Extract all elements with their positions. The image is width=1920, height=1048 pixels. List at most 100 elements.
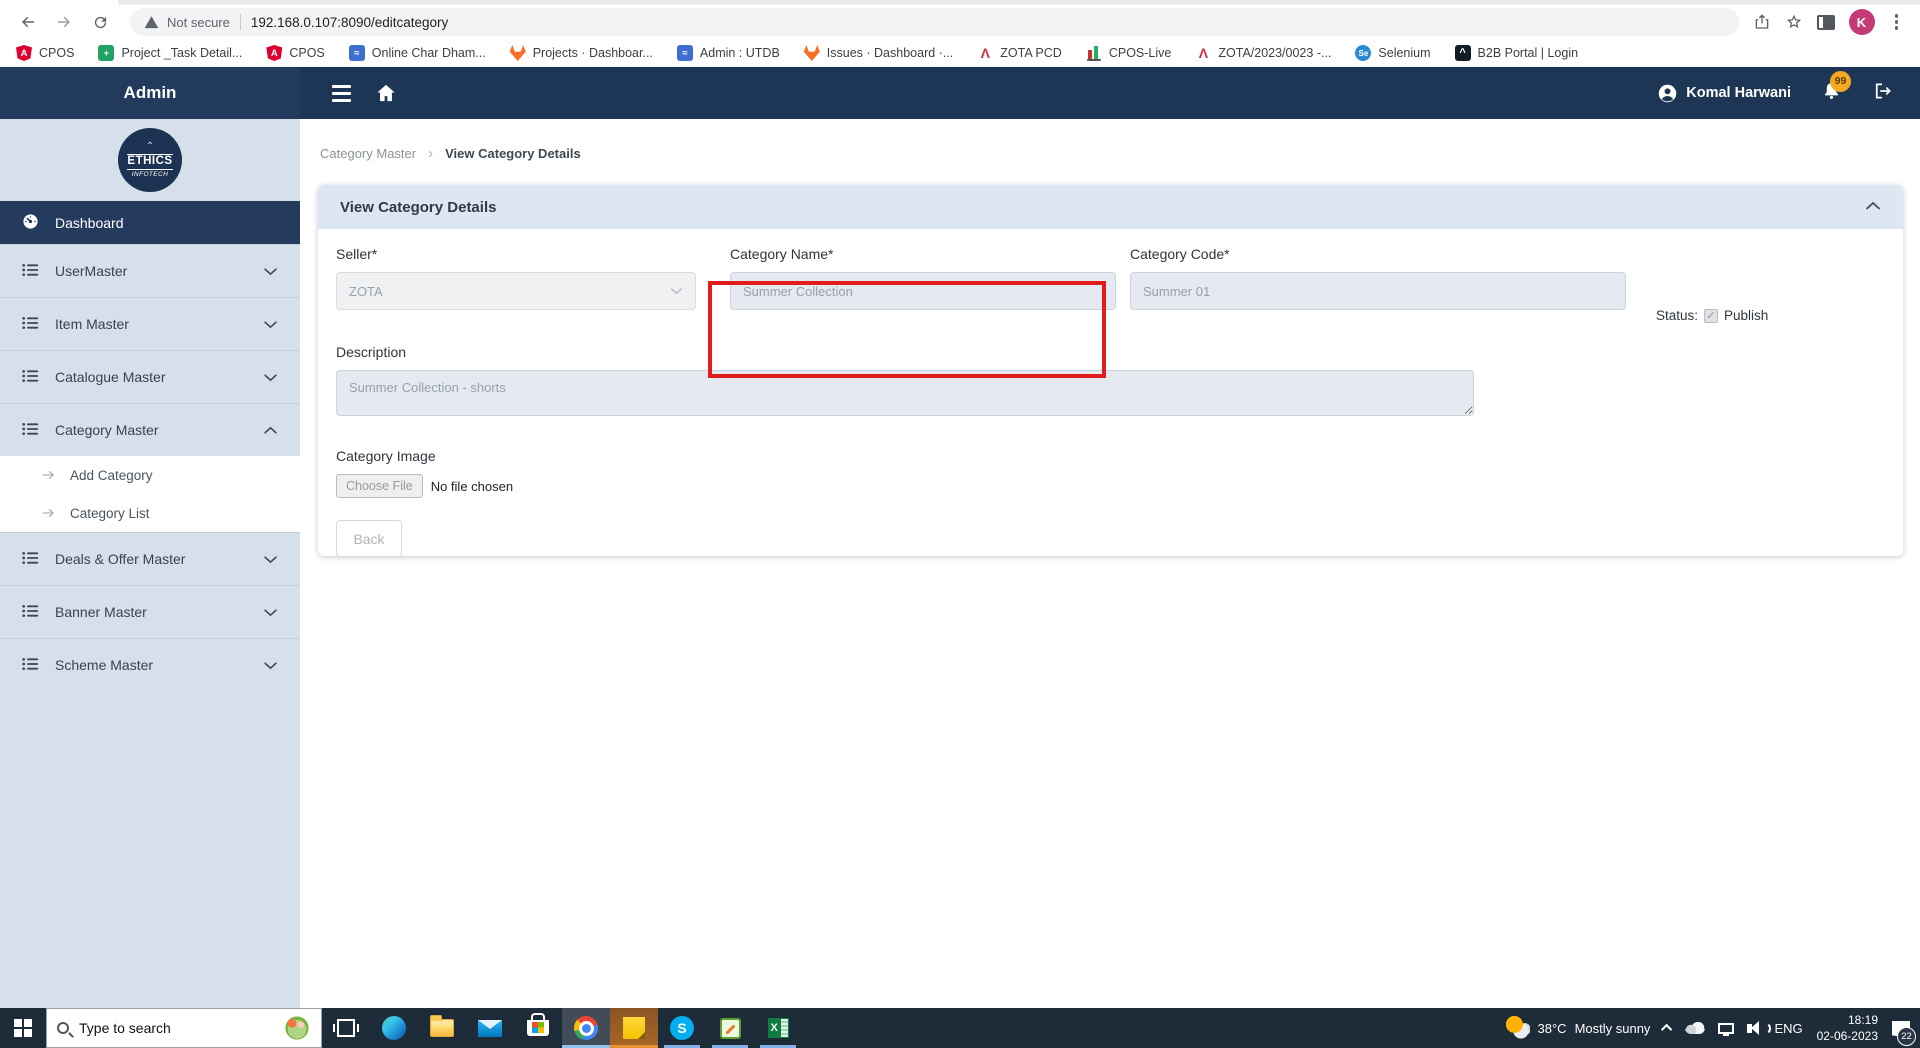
status-label: Status: [1656, 308, 1698, 323]
screen: Not secure 192.168.0.107:8090/editcatego… [0, 0, 1920, 1048]
weather-condition: Mostly sunny [1575, 1021, 1651, 1036]
not-secure-warning-icon [144, 15, 159, 30]
volume-icon[interactable] [1747, 1024, 1752, 1033]
bookmark-star-icon[interactable] [1785, 13, 1803, 31]
browser-profile-avatar[interactable]: K [1849, 9, 1875, 35]
category-code-input[interactable] [1130, 272, 1626, 310]
bookmark-cpos-live[interactable]: CPOS-Live [1086, 45, 1172, 61]
publish-checkbox[interactable]: ✓ [1704, 309, 1718, 323]
breadcrumb-parent[interactable]: Category Master [320, 146, 416, 161]
card-body: Seller* ZOTA Category Name* Category Cod… [318, 229, 1903, 557]
bookmark-cpos[interactable]: A CPOS [16, 45, 74, 61]
taskbar-app[interactable] [466, 1008, 514, 1048]
arrow-right-icon [42, 468, 56, 483]
side-panel-icon[interactable] [1817, 15, 1835, 30]
breadcrumb-current: View Category Details [445, 146, 581, 161]
sidebar-subitem-category-list[interactable]: Category List [0, 494, 300, 532]
notification-count-badge: 99 [1830, 71, 1851, 92]
sidebar-item-scheme-master[interactable]: Scheme Master [0, 638, 300, 691]
weather-icon [1506, 1016, 1530, 1040]
back-icon[interactable] [14, 8, 42, 36]
temperature: 38°C [1538, 1021, 1567, 1036]
action-center-badge: 22 [1897, 1027, 1916, 1046]
taskbar-apps: S X [322, 1008, 802, 1048]
chevron-icon [263, 604, 278, 620]
language-indicator[interactable]: ENG [1774, 1021, 1802, 1036]
card-title: View Category Details [340, 199, 496, 216]
taskbar-search[interactable]: Type to search [46, 1008, 322, 1048]
start-button[interactable] [0, 1008, 46, 1048]
sidebar-subitem-add-category[interactable]: Add Category [0, 456, 300, 494]
taskbar-app[interactable] [370, 1008, 418, 1048]
forward-icon[interactable] [50, 8, 78, 36]
address-bar[interactable]: Not secure 192.168.0.107:8090/editcatego… [130, 8, 1739, 36]
description-textarea[interactable]: Summer Collection - shorts [336, 370, 1474, 416]
choose-file-button[interactable]: Choose File [336, 474, 423, 498]
sidebar-item-usermaster[interactable]: UserMaster [0, 244, 300, 297]
user-menu[interactable]: Komal Harwani [1657, 83, 1791, 104]
bookmarks-bar: A CPOS + Project _Task Detail... A CPOS … [0, 39, 1920, 67]
bookmark-favicon [1086, 45, 1102, 61]
sidebar-item-deals-offer-master[interactable]: Deals & Offer Master [0, 532, 300, 585]
taskbar-app[interactable]: S [658, 1008, 706, 1048]
home-icon[interactable] [375, 83, 397, 103]
bookmark-favicon: ^ [1455, 45, 1471, 61]
show-hidden-icons-chevron[interactable] [1661, 1024, 1672, 1035]
task-view-icon [337, 1019, 355, 1037]
onedrive-icon[interactable] [1685, 1022, 1705, 1034]
sticky-notes-icon [623, 1017, 645, 1039]
taskbar-app[interactable]: X [754, 1008, 802, 1048]
network-icon[interactable] [1718, 1023, 1734, 1034]
bookmark-admin-utdb[interactable]: ≈ Admin : UTDB [677, 45, 780, 61]
reload-icon[interactable] [86, 8, 114, 36]
bookmark-b2b-portal[interactable]: ^ B2B Portal | Login [1455, 45, 1579, 61]
bookmark-cpos-2[interactable]: A CPOS [266, 45, 324, 61]
weather-widget[interactable]: 38°C Mostly sunny [1506, 1016, 1651, 1040]
browser-toolbar: Not secure 192.168.0.107:8090/editcatego… [0, 5, 1920, 39]
security-label: Not secure [167, 15, 230, 30]
browser-menu-icon[interactable] [1889, 14, 1905, 30]
chevron-icon [263, 369, 278, 385]
bookmark-selenium[interactable]: Se Selenium [1355, 45, 1430, 61]
seller-select[interactable]: ZOTA [336, 272, 696, 310]
toolbar-actions: K [1747, 9, 1911, 35]
category-name-input[interactable] [730, 272, 1116, 310]
category-image-label: Category Image [336, 448, 1885, 464]
list-icon [22, 422, 39, 439]
search-highlight-image[interactable] [283, 1015, 311, 1041]
notepad-plus-icon [720, 1018, 741, 1039]
clock[interactable]: 18:19 02-06-2023 [1817, 1012, 1878, 1044]
taskbar-app[interactable] [706, 1008, 754, 1048]
taskbar-app[interactable] [322, 1008, 370, 1048]
company-logo: ⌃ ETHICS INFOTECH [0, 119, 300, 201]
bookmark-projects-dashboard[interactable]: Projects · Dashboar... [510, 45, 653, 61]
sidebar-item-catalogue-master[interactable]: Catalogue Master [0, 350, 300, 403]
sidebar-item-category-master[interactable]: Category Master [0, 403, 300, 456]
bookmark-online-char-dham[interactable]: ≈ Online Char Dham... [349, 45, 486, 61]
hamburger-menu-icon[interactable] [328, 81, 355, 106]
taskbar-app[interactable] [514, 1008, 562, 1048]
sidebar-item-dashboard[interactable]: Dashboard [0, 201, 300, 244]
share-icon[interactable] [1753, 13, 1771, 31]
taskbar-app[interactable] [562, 1008, 610, 1048]
edge-icon [382, 1016, 406, 1040]
logo-mark: ⌃ [146, 142, 154, 152]
bookmark-zota-pcd[interactable]: Λ ZOTA PCD [977, 45, 1062, 61]
taskbar-app[interactable] [610, 1008, 658, 1048]
arrow-right-icon [42, 506, 56, 521]
chevron-icon [263, 316, 278, 332]
search-placeholder: Type to search [79, 1020, 171, 1036]
header-actions: Komal Harwani 99 [1657, 80, 1920, 107]
logout-button[interactable] [1872, 81, 1894, 106]
back-button[interactable]: Back [336, 520, 402, 557]
sidebar-item-banner-master[interactable]: Banner Master [0, 585, 300, 638]
notifications-button[interactable]: 99 [1821, 80, 1842, 107]
url-text[interactable]: 192.168.0.107:8090/editcategory [251, 15, 448, 30]
collapse-chevron-icon[interactable] [1865, 198, 1881, 216]
time: 18:19 [1817, 1012, 1878, 1028]
bookmark-zota-2023[interactable]: Λ ZOTA/2023/0023 -... [1195, 45, 1331, 61]
taskbar-app[interactable] [418, 1008, 466, 1048]
sidebar-item-item-master[interactable]: Item Master [0, 297, 300, 350]
bookmark-project-task[interactable]: + Project _Task Detail... [98, 45, 242, 61]
bookmark-issues-dashboard[interactable]: Issues · Dashboard ·... [804, 45, 953, 61]
